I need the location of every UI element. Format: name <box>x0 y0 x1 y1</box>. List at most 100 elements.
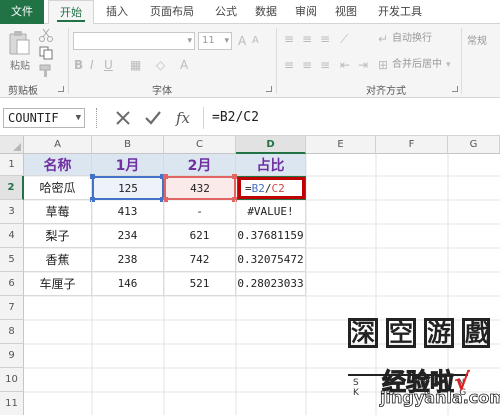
cell-d3[interactable]: #VALUE! <box>236 200 306 224</box>
cell-b3[interactable]: 413 <box>92 200 164 224</box>
borders-icon[interactable]: ▦ <box>130 58 141 72</box>
merge-center-button[interactable]: 合并后居中 <box>392 58 442 72</box>
cell-c4[interactable]: 621 <box>164 224 236 248</box>
increase-indent-icon[interactable]: ⇥ <box>358 58 368 72</box>
formula-input[interactable]: =B2/C2 <box>203 107 498 129</box>
column-header-e[interactable]: E <box>306 136 376 154</box>
close-icon <box>116 111 130 125</box>
font-launcher-icon[interactable] <box>266 86 272 92</box>
wrap-text-icon[interactable]: ↵ <box>378 32 388 46</box>
format-painter-icon[interactable] <box>38 64 54 78</box>
italic-icon[interactable]: I <box>90 58 94 72</box>
tab-insert[interactable]: 插入 <box>98 0 136 24</box>
align-bottom-icon[interactable]: ≡ <box>320 32 330 46</box>
cell-a2[interactable]: 哈密瓜 <box>24 176 92 200</box>
cell-d5[interactable]: 0.32075472 <box>236 248 306 272</box>
row-header-3[interactable]: 3 <box>0 200 24 224</box>
cell-b2[interactable]: 125 <box>92 176 164 200</box>
row-header-11[interactable]: 11 <box>0 392 24 415</box>
align-middle-icon[interactable]: ≡ <box>302 32 312 46</box>
paste-button[interactable]: 粘贴 <box>10 57 30 72</box>
merge-dropdown-icon[interactable]: ▾ <box>446 58 451 72</box>
cell-c1[interactable]: 2月 <box>164 154 236 176</box>
cell-c2[interactable]: 432 <box>164 176 236 200</box>
tab-review[interactable]: 审阅 <box>288 0 324 24</box>
copy-icon[interactable] <box>38 46 54 60</box>
clipboard-launcher-icon[interactable] <box>58 86 64 92</box>
row-header-5[interactable]: 5 <box>0 248 24 272</box>
formula-bar-splitter[interactable] <box>96 108 99 128</box>
row-header-8[interactable]: 8 <box>0 320 24 344</box>
group-divider <box>276 28 277 94</box>
tab-home[interactable]: 开始 <box>48 0 94 25</box>
orientation-icon[interactable]: ⟋ <box>340 32 348 46</box>
tab-page-layout[interactable]: 页面布局 <box>140 0 204 24</box>
row-header-4[interactable]: 4 <box>0 224 24 248</box>
tab-developer[interactable]: 开发工具 <box>370 0 430 24</box>
range-handle[interactable] <box>232 174 237 179</box>
font-name-dropdown[interactable] <box>73 32 195 50</box>
paste-icon[interactable] <box>8 30 30 56</box>
cell-a4[interactable]: 梨子 <box>24 224 92 248</box>
enter-formula-button[interactable] <box>142 107 164 129</box>
align-right-icon[interactable]: ≡ <box>320 58 330 72</box>
cell-a3[interactable]: 草莓 <box>24 200 92 224</box>
column-header-b[interactable]: B <box>92 136 164 154</box>
row-header-2[interactable]: 2 <box>0 176 24 200</box>
underline-icon[interactable]: U <box>104 58 113 72</box>
wrap-text-button[interactable]: 自动换行 <box>392 32 432 46</box>
alignment-launcher-icon[interactable] <box>452 86 458 92</box>
align-left-icon[interactable]: ≡ <box>284 58 294 72</box>
cell-b5[interactable]: 238 <box>92 248 164 272</box>
range-handle[interactable] <box>163 174 168 179</box>
cancel-formula-button[interactable] <box>112 107 134 129</box>
merge-center-icon[interactable]: ⊞ <box>378 58 388 72</box>
align-top-icon[interactable]: ≡ <box>284 32 294 46</box>
formula-equals: = <box>245 181 252 195</box>
formula-ref-b2: B2 <box>251 181 265 195</box>
column-header-g[interactable]: G <box>448 136 500 154</box>
cut-icon[interactable] <box>38 28 54 42</box>
insert-function-button[interactable]: fx <box>172 107 194 129</box>
fill-color-icon[interactable]: ◇ <box>156 58 165 72</box>
cell-d1[interactable]: 占比 <box>236 154 306 176</box>
column-header-d[interactable]: D <box>236 136 306 154</box>
cell-d4[interactable]: 0.37681159 <box>236 224 306 248</box>
chevron-down-icon[interactable]: ▼ <box>76 109 81 127</box>
cell-a5[interactable]: 香蕉 <box>24 248 92 272</box>
name-box-value: COUNTIF <box>8 111 59 125</box>
cell-b6[interactable]: 146 <box>92 272 164 296</box>
row-header-1[interactable]: 1 <box>0 154 24 176</box>
cell-d2-editing[interactable]: = B2/C2 <box>238 177 305 199</box>
cell-b1[interactable]: 1月 <box>92 154 164 176</box>
cell-a1[interactable]: 名称 <box>24 154 92 176</box>
bold-icon[interactable]: B <box>74 58 83 72</box>
cell-c3[interactable]: - <box>164 200 236 224</box>
row-header-10[interactable]: 10 <box>0 368 24 392</box>
decrease-font-icon[interactable]: A <box>252 34 259 48</box>
tab-view[interactable]: 视图 <box>328 0 364 24</box>
tab-file[interactable]: 文件 <box>0 0 44 24</box>
increase-font-icon[interactable]: A <box>238 34 246 48</box>
name-box[interactable]: COUNTIF ▼ <box>3 108 85 128</box>
cell-c5[interactable]: 742 <box>164 248 236 272</box>
column-header-c[interactable]: C <box>164 136 236 154</box>
font-color-icon[interactable]: A <box>180 58 188 72</box>
column-header-a[interactable]: A <box>24 136 92 154</box>
row-header-6[interactable]: 6 <box>0 272 24 296</box>
cell-a6[interactable]: 车厘子 <box>24 272 92 296</box>
font-size-dropdown[interactable]: 11 <box>198 32 232 50</box>
range-handle[interactable] <box>90 174 95 179</box>
cell-c6[interactable]: 521 <box>164 272 236 296</box>
number-format-dropdown[interactable]: 常规 <box>467 32 487 47</box>
tab-formulas[interactable]: 公式 <box>208 0 244 24</box>
tab-data[interactable]: 数据 <box>248 0 284 24</box>
row-header-7[interactable]: 7 <box>0 296 24 320</box>
column-header-f[interactable]: F <box>376 136 448 154</box>
row-header-9[interactable]: 9 <box>0 344 24 368</box>
cell-b4[interactable]: 234 <box>92 224 164 248</box>
cell-d6[interactable]: 0.28023033 <box>236 272 306 296</box>
align-center-icon[interactable]: ≡ <box>302 58 312 72</box>
select-all-button[interactable] <box>0 136 24 154</box>
decrease-indent-icon[interactable]: ⇤ <box>340 58 350 72</box>
